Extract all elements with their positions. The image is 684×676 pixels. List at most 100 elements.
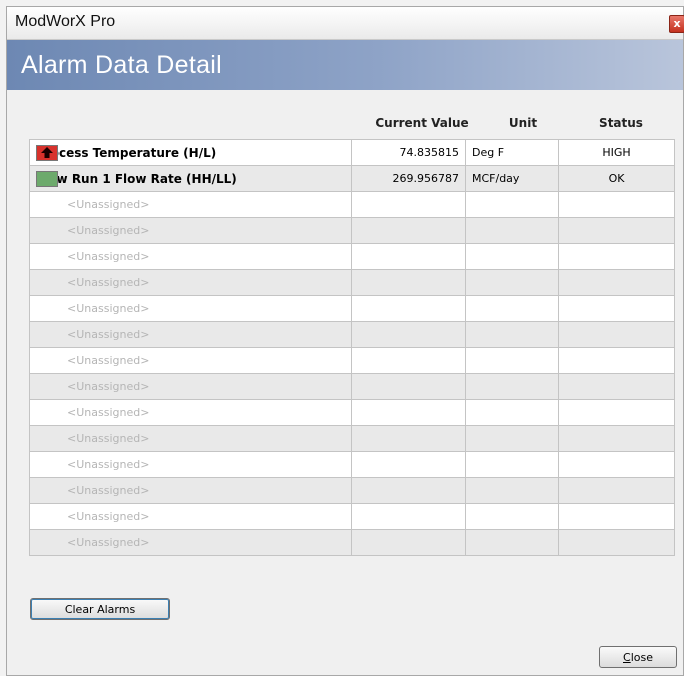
- status-cell: [558, 373, 675, 400]
- unit-cell: [465, 243, 559, 270]
- alarm-name: <Unassigned>: [67, 276, 150, 289]
- table-row[interactable]: <Unassigned>: [29, 503, 675, 530]
- table-row[interactable]: <Unassigned>: [29, 373, 675, 400]
- alarm-name-cell: <Unassigned>: [29, 373, 352, 400]
- unit-cell: [465, 425, 559, 452]
- current-value-cell: [351, 425, 466, 452]
- close-mnemonic: C: [623, 651, 631, 664]
- table-row[interactable]: <Unassigned>: [29, 217, 675, 244]
- alarm-name: <Unassigned>: [67, 510, 150, 523]
- table-row[interactable]: Flow Run 1 Flow Rate (HH/LL) 269.956787 MC…: [29, 165, 675, 192]
- current-value-cell: [351, 217, 466, 244]
- status-cell: OK: [558, 165, 675, 192]
- status-cell: HIGH: [558, 139, 675, 166]
- column-header-current-value: Current Value: [375, 116, 469, 130]
- table-row[interactable]: <Unassigned>: [29, 451, 675, 478]
- alarm-name: <Unassigned>: [67, 484, 150, 497]
- current-value-cell: [351, 503, 466, 530]
- current-value-cell: [351, 399, 466, 426]
- alarm-name-cell: <Unassigned>: [29, 477, 352, 504]
- app-title: ModWorX Pro: [15, 13, 116, 30]
- status-cell: [558, 321, 675, 348]
- status-cell: [558, 217, 675, 244]
- status-cell: [558, 295, 675, 322]
- alarm-name: <Unassigned>: [67, 302, 150, 315]
- alarm-name: Process Temperature (H/L): [36, 145, 217, 160]
- column-headers: Current Value Unit Status: [29, 105, 677, 139]
- status-cell: [558, 451, 675, 478]
- alarm-name: <Unassigned>: [67, 354, 150, 367]
- status-cell: [558, 477, 675, 504]
- alarm-table: Process Temperature (H/L) 74.835815 Deg FH…: [29, 139, 675, 556]
- status-cell: [558, 347, 675, 374]
- status-cell: [558, 399, 675, 426]
- current-value-cell: [351, 373, 466, 400]
- high-alarm-arrow-icon: [36, 145, 58, 161]
- table-row[interactable]: <Unassigned>: [29, 295, 675, 322]
- table-row[interactable]: <Unassigned>: [29, 321, 675, 348]
- table-row[interactable]: <Unassigned>: [29, 399, 675, 426]
- unit-cell: MCF/day: [465, 165, 559, 192]
- unit-cell: [465, 477, 559, 504]
- ok-status-icon: [36, 171, 58, 187]
- alarm-name-cell: Process Temperature (H/L): [29, 139, 352, 166]
- alarm-name: <Unassigned>: [67, 198, 150, 211]
- table-row[interactable]: <Unassigned>: [29, 269, 675, 296]
- alarm-name-cell: <Unassigned>: [29, 295, 352, 322]
- unit-cell: [465, 451, 559, 478]
- current-value-cell: [351, 529, 466, 556]
- close-label: lose: [630, 651, 653, 664]
- unit-cell: [465, 321, 559, 348]
- table-row[interactable]: <Unassigned>: [29, 191, 675, 218]
- column-header-unit: Unit: [508, 116, 538, 130]
- alarm-grid: Current Value Unit Status Process Temper…: [29, 105, 677, 556]
- alarm-name-cell: <Unassigned>: [29, 529, 352, 556]
- table-row[interactable]: Process Temperature (H/L) 74.835815 Deg FH…: [29, 139, 675, 166]
- title-bar[interactable]: ModWorX Pro x: [7, 7, 684, 40]
- current-value-cell: 74.835815: [351, 139, 466, 166]
- clear-alarms-button[interactable]: Clear Alarms: [30, 598, 170, 620]
- alarm-name-cell: <Unassigned>: [29, 451, 352, 478]
- alarm-name: <Unassigned>: [67, 328, 150, 341]
- alarm-name-cell: <Unassigned>: [29, 269, 352, 296]
- table-row[interactable]: <Unassigned>: [29, 477, 675, 504]
- unit-cell: [465, 217, 559, 244]
- current-value-cell: [351, 347, 466, 374]
- table-row[interactable]: <Unassigned>: [29, 529, 675, 556]
- unit-cell: [465, 191, 559, 218]
- page-title: Alarm Data Detail: [21, 51, 222, 79]
- unit-cell: Deg F: [465, 139, 559, 166]
- alarm-name-cell: <Unassigned>: [29, 347, 352, 374]
- status-cell: [558, 191, 675, 218]
- alarm-name-cell: <Unassigned>: [29, 217, 352, 244]
- status-cell: [558, 503, 675, 530]
- current-value-cell: [351, 451, 466, 478]
- current-value-cell: [351, 243, 466, 270]
- close-button[interactable]: Close: [599, 646, 677, 668]
- alarm-name-cell: <Unassigned>: [29, 243, 352, 270]
- unit-cell: [465, 399, 559, 426]
- alarm-name-cell: <Unassigned>: [29, 503, 352, 530]
- alarm-name-cell: <Unassigned>: [29, 399, 352, 426]
- table-row[interactable]: <Unassigned>: [29, 243, 675, 270]
- column-header-status: Status: [599, 116, 643, 130]
- alarm-name-cell: <Unassigned>: [29, 191, 352, 218]
- current-value-cell: 269.956787: [351, 165, 466, 192]
- alarm-name: <Unassigned>: [67, 380, 150, 393]
- header-banner: Alarm Data Detail: [7, 40, 683, 90]
- current-value-cell: [351, 269, 466, 296]
- alarm-name: <Unassigned>: [67, 536, 150, 549]
- current-value-cell: [351, 321, 466, 348]
- unit-cell: [465, 529, 559, 556]
- unit-cell: [465, 503, 559, 530]
- alarm-name: <Unassigned>: [67, 432, 150, 445]
- window-close-icon[interactable]: x: [669, 15, 684, 33]
- alarm-data-detail-window: ModWorX Pro x Alarm Data Detail Current …: [6, 6, 684, 676]
- current-value-cell: [351, 191, 466, 218]
- table-row[interactable]: <Unassigned>: [29, 425, 675, 452]
- status-cell: [558, 243, 675, 270]
- alarm-name: <Unassigned>: [67, 406, 150, 419]
- unit-cell: [465, 347, 559, 374]
- table-row[interactable]: <Unassigned>: [29, 347, 675, 374]
- alarm-name: Flow Run 1 Flow Rate (HH/LL): [36, 171, 237, 186]
